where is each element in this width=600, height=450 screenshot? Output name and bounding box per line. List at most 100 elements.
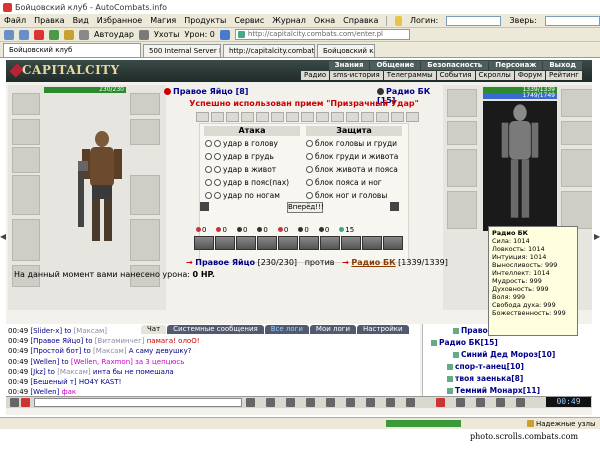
smiley-icon[interactable] — [395, 15, 402, 26]
opponent-ring-slot[interactable] — [561, 121, 592, 145]
online-user[interactable]: Темний Монарх[11] — [447, 386, 540, 395]
tab-all-logs[interactable]: Все логи — [264, 325, 309, 334]
home-icon[interactable] — [64, 29, 74, 40]
attack-radio[interactable] — [214, 166, 221, 173]
online-user-name[interactable]: твоя заенька[8] — [455, 374, 523, 383]
skill-icon[interactable] — [257, 236, 277, 250]
chat-target[interactable]: [Максам] — [57, 368, 90, 376]
chat-time[interactable]: 00:49 — [8, 358, 28, 366]
back-icon[interactable] — [4, 29, 14, 40]
attack-option-chest[interactable]: удар в грудь — [205, 151, 274, 163]
skill-icon[interactable] — [383, 236, 403, 250]
gloves-slot[interactable] — [130, 93, 160, 115]
defense-radio[interactable] — [306, 140, 313, 147]
smile-icon[interactable] — [266, 398, 275, 407]
skill-icon[interactable] — [194, 236, 214, 250]
defense-option-3[interactable]: блок живота и пояса — [306, 164, 398, 176]
defense-option-2[interactable]: блок груди и живота — [306, 151, 398, 163]
monster-field[interactable] — [544, 15, 600, 26]
private-icon[interactable] — [326, 398, 335, 407]
chat-author[interactable]: [Jkz] — [30, 368, 45, 376]
chat-author[interactable]: [Slider-x] — [30, 327, 62, 335]
skill-icon[interactable] — [320, 236, 340, 250]
menu-service[interactable]: Сервис — [234, 16, 264, 25]
attack-radio[interactable] — [214, 153, 221, 160]
attack-radio[interactable] — [214, 140, 221, 147]
defense-option-1[interactable]: блок головы и груди — [306, 138, 397, 150]
attack-radio[interactable] — [214, 179, 221, 186]
menu-view[interactable]: Вид — [73, 16, 89, 25]
go-button[interactable]: Вперёд!!! — [287, 202, 324, 213]
refresh-icon[interactable] — [49, 29, 59, 40]
menu-magic[interactable]: Магия — [150, 16, 176, 25]
attack-option-belly[interactable]: удар в живот — [205, 164, 276, 176]
chat-author[interactable]: [Правое Яйцо] — [30, 337, 83, 345]
attack-radio[interactable] — [205, 166, 212, 173]
tab-settings[interactable]: Настройки — [357, 325, 409, 334]
filter-icon[interactable] — [219, 29, 230, 40]
menu-edit[interactable]: Правка — [34, 16, 64, 25]
chat-time[interactable]: 00:49 — [8, 347, 28, 355]
defense-radio[interactable] — [306, 192, 313, 199]
menu-favorites[interactable]: Избранное — [97, 16, 142, 25]
forward-icon[interactable] — [19, 29, 29, 40]
refresh-list-icon[interactable] — [476, 398, 485, 407]
login-field[interactable] — [446, 15, 502, 26]
chat-author[interactable]: [Простой бот] — [30, 347, 81, 355]
nav-radio[interactable]: Радио — [300, 71, 330, 80]
nav-forum[interactable]: Форум — [514, 71, 546, 80]
versus-right-name[interactable]: Радио БК — [351, 258, 395, 267]
tab-capitalcity-url[interactable]: http://capitalcity.combats.co... — [223, 44, 315, 57]
sound-icon[interactable] — [456, 398, 465, 407]
opponent-helmet-slot[interactable] — [447, 89, 477, 117]
translit-icon[interactable] — [306, 398, 315, 407]
attack-radio[interactable] — [205, 192, 212, 199]
chat-time[interactable]: 00:49 — [8, 378, 28, 386]
send-icon[interactable] — [246, 398, 255, 407]
tab-fight-club-2[interactable]: Бойцовский клуб — [317, 44, 375, 57]
skill-icon[interactable] — [236, 236, 256, 250]
map-icon[interactable] — [366, 398, 375, 407]
defense-radio[interactable] — [306, 153, 313, 160]
skill-icon[interactable] — [278, 236, 298, 250]
filter-list-icon[interactable] — [496, 398, 505, 407]
chat-author[interactable]: [Wellen] — [30, 358, 59, 366]
nav-znaniya[interactable]: Знания — [328, 61, 370, 70]
skill-icon[interactable] — [299, 236, 319, 250]
chat-filter-icon[interactable] — [21, 398, 30, 407]
defense-radio[interactable] — [306, 166, 313, 173]
online-user[interactable]: твоя заенька[8] — [447, 374, 523, 383]
fighter-left-name[interactable]: Правое Яйцо [8] — [173, 87, 248, 96]
attack-radio[interactable] — [214, 192, 221, 199]
alert-icon[interactable] — [436, 398, 445, 407]
defense-option-5[interactable]: блок ног и головы — [306, 190, 387, 202]
weapon-slot[interactable] — [12, 175, 40, 215]
online-user[interactable]: Синий Дед Мороз[10] — [453, 350, 555, 359]
menu-journal[interactable]: Журнал — [272, 16, 306, 25]
opponent-earring-slot[interactable] — [447, 121, 477, 145]
menu-windows[interactable]: Окна — [314, 16, 335, 25]
nav-obshenie[interactable]: Общение — [370, 61, 421, 70]
attack-radio[interactable] — [205, 140, 212, 147]
online-user-name[interactable]: Радио БК[15] — [439, 338, 498, 347]
tab-fight-club-1[interactable]: Бойцовский клуб — [3, 43, 141, 57]
shield-slot[interactable] — [130, 175, 160, 215]
nav-scrolls[interactable]: Скроллы — [475, 71, 514, 80]
chat-time[interactable]: 00:49 — [8, 368, 28, 376]
ring-slot-1[interactable] — [130, 119, 160, 145]
nav-vyhod[interactable]: Выход — [543, 61, 582, 70]
online-user[interactable]: спор-т-анец[10] — [447, 362, 524, 371]
helmet-slot[interactable] — [12, 93, 40, 115]
attack-option-legs[interactable]: удар по ногам — [205, 190, 280, 202]
earring-slot[interactable] — [12, 119, 40, 145]
stop-icon[interactable] — [34, 29, 44, 40]
defense-radio[interactable] — [306, 179, 313, 186]
online-user-name[interactable]: спор-т-анец[10] — [455, 362, 524, 371]
nav-bezopasnost[interactable]: Безопасность — [421, 61, 489, 70]
pants-slot[interactable] — [130, 219, 160, 261]
chat-author[interactable]: [Бешеный т] — [30, 378, 76, 386]
right-arrow-icon[interactable]: ▶ — [594, 230, 600, 244]
nav-rating[interactable]: Рейтинг — [546, 71, 582, 80]
attack-radio[interactable] — [205, 153, 212, 160]
opponent-gloves-slot[interactable] — [561, 89, 592, 117]
